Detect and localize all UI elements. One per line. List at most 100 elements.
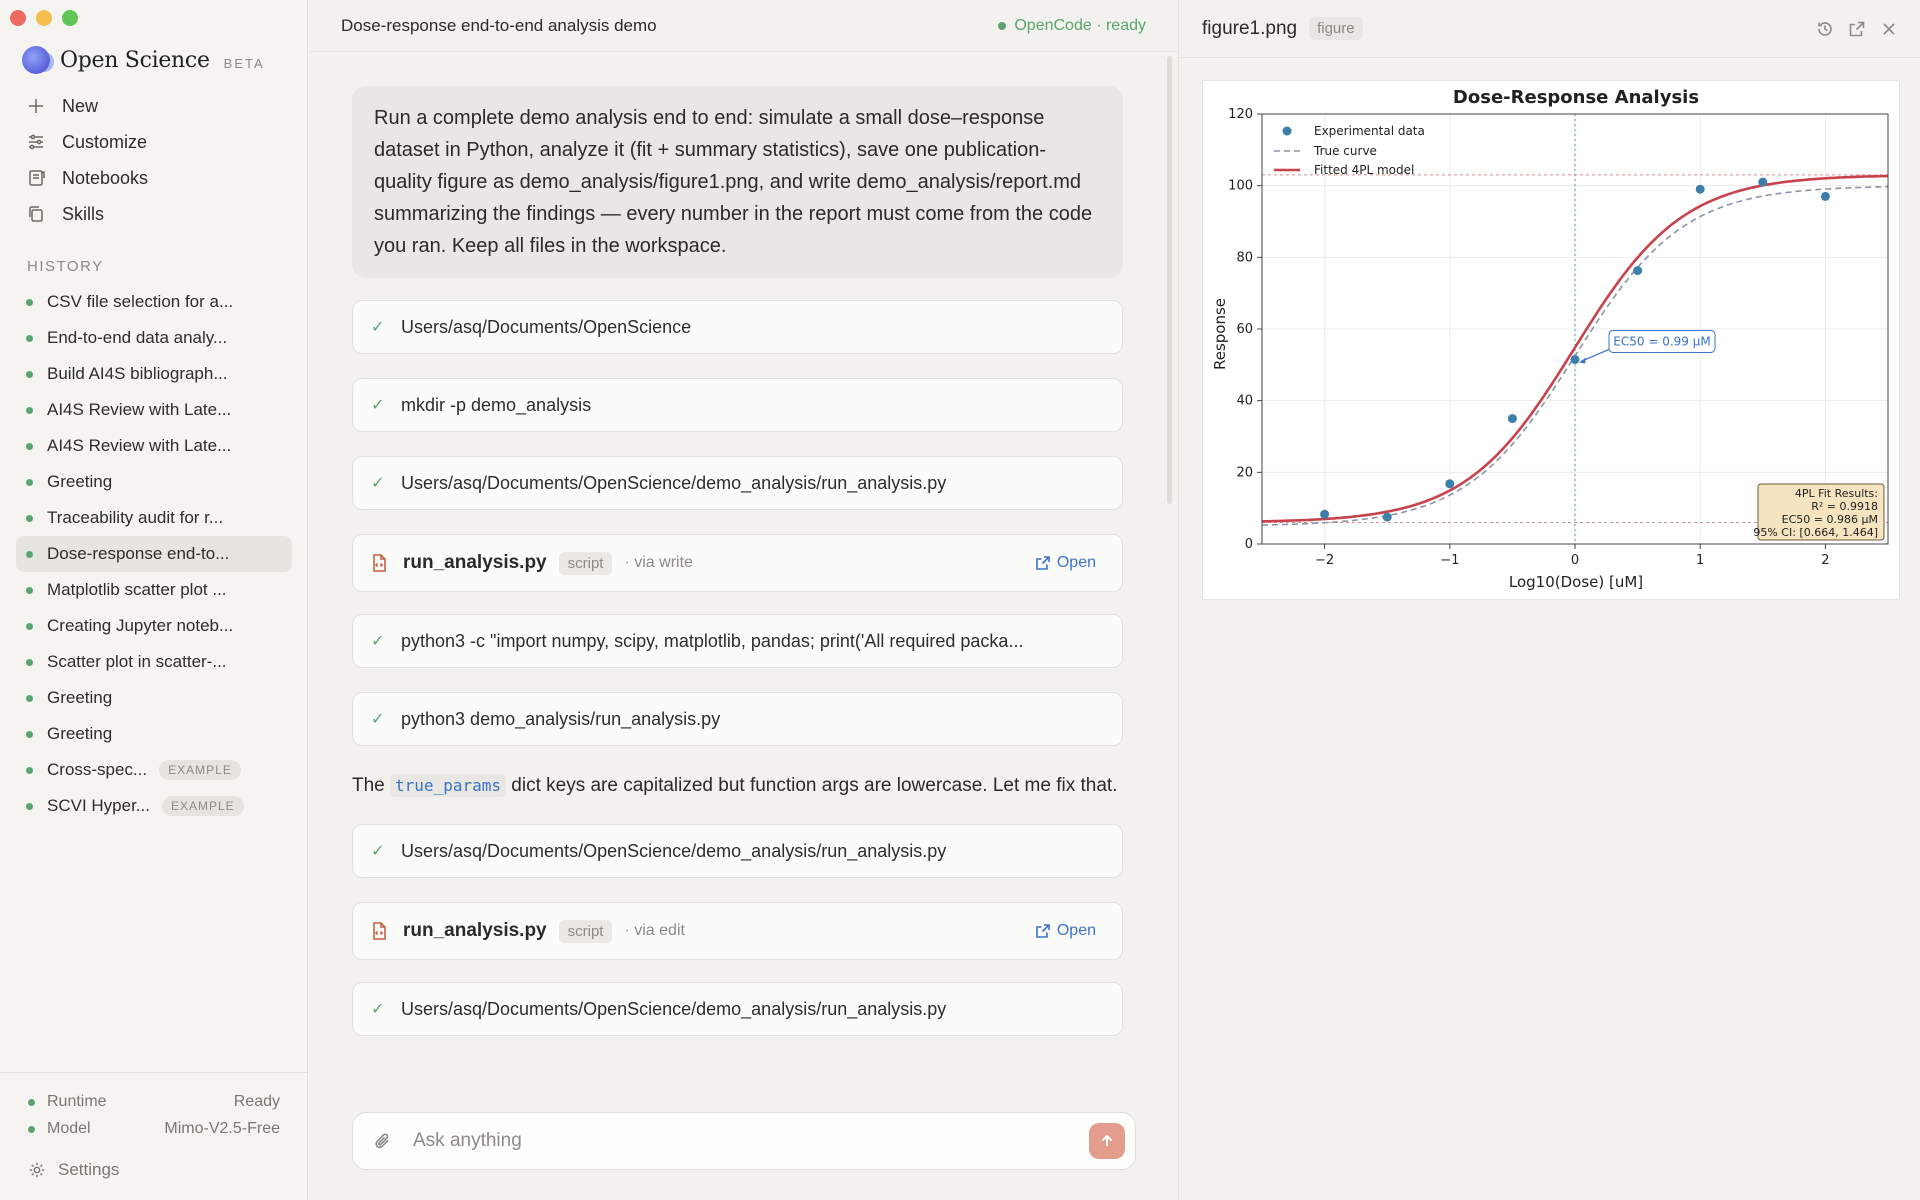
fit-results-line: EC50 = 0.986 μM	[1782, 513, 1878, 526]
y-tick-label: 60	[1236, 322, 1253, 337]
ask-input[interactable]	[413, 1130, 1089, 1152]
tool-step-text: Users/asq/Documents/OpenScience/demo_ana…	[401, 840, 947, 861]
history-item[interactable]: End-to-end data analy...	[16, 320, 292, 356]
nav-notebooks[interactable]: Notebooks	[16, 160, 292, 196]
x-axis-label: Log10(Dose) [uM]	[1509, 573, 1643, 591]
conversation-scrollbar[interactable]	[1167, 56, 1172, 504]
agent-status-text: OpenCode · ready	[1014, 16, 1146, 34]
fit-results-line: R² = 0.9918	[1811, 500, 1878, 513]
history-item-label: AI4S Review with Late...	[47, 436, 232, 455]
minimize-window-button[interactable]	[36, 10, 52, 26]
tool-step-text: mkdir -p demo_analysis	[401, 394, 592, 415]
close-icon[interactable]	[1880, 20, 1898, 38]
history-item[interactable]: Traceability audit for r...	[16, 500, 292, 536]
x-tick-label: 2	[1821, 553, 1829, 568]
check-icon: ✓	[371, 319, 385, 336]
history-item[interactable]: Greeting	[16, 680, 292, 716]
history-icon[interactable]	[1816, 20, 1834, 38]
runtime-label: Runtime	[47, 1093, 107, 1110]
y-tick-label: 120	[1228, 107, 1253, 122]
sliders-icon	[29, 134, 43, 150]
history-item[interactable]: Matplotlib scatter plot ...	[16, 572, 292, 608]
history-item-label: SCVI Hyper...	[47, 796, 150, 815]
open-file-button[interactable]: Open	[1035, 554, 1096, 572]
arrow-up-icon	[1101, 1134, 1113, 1146]
nav-customize[interactable]: Customize	[16, 124, 292, 160]
model-status-dot	[28, 1125, 35, 1133]
history-status-dot	[26, 766, 33, 774]
history-heading: HISTORY	[27, 258, 104, 275]
dose-response-chart: Dose-Response Analysis Log10(Dose) [uM] …	[1211, 87, 1889, 591]
runtime-status-dot	[28, 1098, 35, 1106]
history-status-dot	[26, 658, 33, 666]
figure-viewer: Dose-Response Analysis Log10(Dose) [uM] …	[1202, 80, 1900, 600]
history-status-dot	[26, 550, 33, 558]
tool-step[interactable]: ✓ Users/asq/Documents/OpenScience/demo_a…	[352, 982, 1123, 1036]
conversation-header: Dose-response end-to-end analysis demo O…	[309, 0, 1178, 52]
model-label: Model	[47, 1120, 91, 1137]
tool-step[interactable]: ✓ Users/asq/Documents/OpenScience/demo_a…	[352, 456, 1123, 510]
open-science-logo	[22, 46, 50, 74]
external-link-icon[interactable]	[1848, 20, 1866, 38]
history-item[interactable]: SCVI Hyper... EXAMPLE	[16, 788, 292, 824]
send-button[interactable]	[1089, 1123, 1125, 1159]
model-value: Mimo-V2.5-Free	[164, 1120, 280, 1137]
assistant-text-post: dict keys are capitalized but function a…	[506, 775, 1118, 796]
history-status-dot	[26, 334, 33, 342]
file-artifact-card[interactable]: run_analysis.py script · via write Open	[352, 534, 1123, 592]
conversation-pane: Dose-response end-to-end analysis demo O…	[309, 0, 1179, 1200]
history-item[interactable]: Greeting	[16, 464, 292, 500]
history-item-label: Creating Jupyter noteb...	[47, 616, 234, 635]
history-item[interactable]: Build AI4S bibliograph...	[16, 356, 292, 392]
tool-step-text: python3 demo_analysis/run_analysis.py	[401, 708, 721, 729]
maximize-window-button[interactable]	[62, 10, 78, 26]
history-item[interactable]: Creating Jupyter noteb...	[16, 608, 292, 644]
tool-step[interactable]: ✓ python3 demo_analysis/run_analysis.py	[352, 692, 1123, 746]
legend-label: True curve	[1313, 144, 1377, 158]
data-point	[1382, 512, 1392, 522]
artifact-actions	[1816, 20, 1898, 38]
annotation-text: EC50 = 0.99 μM	[1613, 334, 1710, 348]
history-status-dot	[26, 478, 33, 486]
model-status: Model Mimo-V2.5-Free	[28, 1120, 280, 1138]
history-status-dot	[26, 514, 33, 522]
nav-skills[interactable]: Skills	[16, 196, 292, 232]
nav-notebooks-label: Notebooks	[62, 167, 149, 188]
history-item-label: End-to-end data analy...	[47, 328, 228, 347]
x-tick-label: −1	[1440, 553, 1459, 568]
history-status-dot	[26, 694, 33, 702]
file-artifact-card[interactable]: run_analysis.py script · via edit Open	[352, 902, 1123, 960]
history-item-label: Cross-spec...	[47, 760, 148, 779]
x-tick-label: 1	[1696, 553, 1704, 568]
script-file-icon	[373, 554, 386, 572]
tool-step[interactable]: ✓ python3 -c "import numpy, scipy, matpl…	[352, 614, 1123, 668]
close-window-button[interactable]	[10, 10, 26, 26]
tool-step[interactable]: ✓ Users/asq/Documents/OpenScience/demo_a…	[352, 824, 1123, 878]
history-item[interactable]: CSV file selection for a...	[16, 284, 292, 320]
script-file-icon	[373, 922, 386, 940]
gear-icon	[29, 1162, 45, 1178]
artifact-panel: figure1.png figure Dose-Response Analysi…	[1180, 0, 1920, 1200]
tool-step-text: Users/asq/Documents/OpenScience	[401, 316, 692, 337]
nav-skills-label: Skills	[62, 203, 105, 224]
nav-new[interactable]: New	[16, 88, 292, 124]
history-item[interactable]: AI4S Review with Late...	[16, 428, 292, 464]
history-item[interactable]: Cross-spec... EXAMPLE	[16, 752, 292, 788]
history-item[interactable]: Greeting	[16, 716, 292, 752]
message-list: Run a complete demo analysis end to end:…	[352, 86, 1123, 1060]
data-point	[1695, 184, 1705, 194]
tool-step[interactable]: ✓ mkdir -p demo_analysis	[352, 378, 1123, 432]
history-item[interactable]: AI4S Review with Late...	[16, 392, 292, 428]
brand: Open Science BETA	[22, 46, 265, 74]
artifact-header: figure1.png figure	[1180, 0, 1920, 58]
file-type-tag: script	[558, 551, 613, 575]
sidebar-footer: Runtime Ready Model Mimo-V2.5-Free Setti…	[0, 1072, 308, 1200]
settings-button[interactable]: Settings	[28, 1160, 119, 1180]
open-file-button[interactable]: Open	[1035, 922, 1096, 940]
data-point	[1570, 354, 1580, 364]
history-item[interactable]: Dose-response end-to...	[16, 536, 292, 572]
tool-step[interactable]: ✓ Users/asq/Documents/OpenScience	[352, 300, 1123, 354]
paperclip-icon[interactable]	[373, 1131, 393, 1151]
data-point	[1758, 177, 1768, 187]
history-item[interactable]: Scatter plot in scatter-...	[16, 644, 292, 680]
